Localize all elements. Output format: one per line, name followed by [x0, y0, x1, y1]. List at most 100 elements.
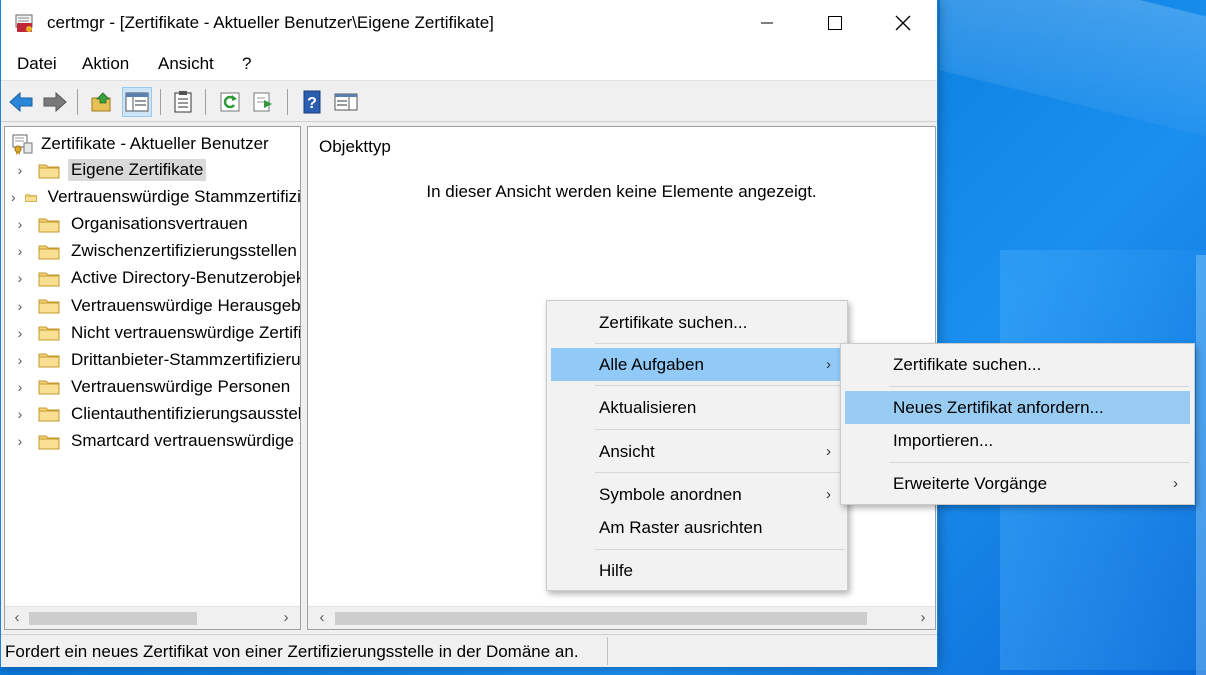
menu-ansicht[interactable]: Ansicht: [158, 54, 214, 74]
menu-aktion[interactable]: Aktion: [82, 54, 129, 74]
expand-chevron-icon[interactable]: ›: [5, 216, 35, 232]
tree-item[interactable]: › Vertrauenswürdige Herausgeber: [5, 294, 300, 318]
tree-root-item[interactable]: Zertifikate - Aktueller Benutzer: [10, 133, 269, 155]
console-tree[interactable]: Zertifikate - Aktueller Benutzer › Eigene…: [4, 126, 301, 630]
tree-item[interactable]: › Zwischenzertifizierungsstellen: [5, 239, 300, 263]
folder-icon: [38, 380, 60, 395]
ctx-item-label: Zertifikate suchen...: [599, 312, 748, 332]
close-icon: [895, 15, 911, 31]
export-list-button[interactable]: [249, 87, 279, 117]
column-header-objekttyp[interactable]: Objekttyp: [319, 137, 391, 157]
title-bar[interactable]: certmgr - [Zertifikate - Aktueller Benut…: [1, 0, 937, 46]
folder-icon: [38, 299, 60, 314]
tree-item[interactable]: › Active Directory-Benutzerobjekt: [5, 266, 300, 290]
ctx-item-label: Hilfe: [599, 560, 634, 580]
ctx-item-label: Am Raster ausrichten: [599, 517, 763, 537]
minimize-icon: [761, 22, 773, 24]
sub-item-neues-zertifikat-anfordern[interactable]: Neues Zertifikat anfordern...: [845, 391, 1190, 424]
forward-button[interactable]: [40, 87, 70, 117]
back-arrow-icon: [9, 91, 33, 113]
export-list-icon: [253, 92, 272, 112]
maximize-button[interactable]: [801, 0, 869, 46]
expand-chevron-icon[interactable]: ›: [5, 406, 35, 422]
help-button[interactable]: ?: [297, 87, 327, 117]
tree-item-label: Drittanbieter-Stammzertifizierungsstelle…: [71, 349, 301, 369]
ctx-item-ansicht[interactable]: Ansicht ›: [551, 435, 843, 468]
ctx-separator: [595, 385, 845, 386]
ctx-item-symbole-anordnen[interactable]: Symbole anordnen ›: [551, 478, 843, 511]
ctx-item-am-raster-ausrichten[interactable]: Am Raster ausrichten: [551, 511, 843, 544]
tree-item[interactable]: › Nicht vertrauenswürdige Zertifikate: [5, 321, 300, 345]
folder-icon: [38, 326, 60, 341]
tree-item-label: Vertrauenswürdige Stammzertifizierungsst…: [47, 187, 301, 207]
ctx-item-alle-aufgaben[interactable]: Alle Aufgaben ›: [551, 348, 843, 381]
ctx-item-zertifikate-suchen[interactable]: Zertifikate suchen...: [551, 306, 843, 339]
expand-chevron-icon[interactable]: ›: [5, 298, 35, 314]
up-folder-icon: [91, 92, 111, 112]
toolbar-separator: [205, 89, 206, 115]
status-divider: [607, 637, 608, 665]
content-horizontal-scrollbar[interactable]: ‹ ›: [308, 606, 935, 629]
menu-help[interactable]: ?: [242, 54, 251, 74]
sub-item-zertifikate-suchen[interactable]: Zertifikate suchen...: [845, 348, 1190, 381]
tree-item[interactable]: › Clientauthentifizierungsaussteller: [5, 402, 301, 426]
sub-item-erweiterte-vorgaenge[interactable]: Erweiterte Vorgänge ›: [845, 467, 1190, 500]
expand-chevron-icon[interactable]: ›: [5, 379, 35, 395]
folder-icon: [38, 245, 60, 260]
ctx-item-label: Aktualisieren: [599, 397, 697, 417]
refresh-button[interactable]: [215, 87, 245, 117]
folder-icon: [38, 218, 60, 233]
ctx-item-label: Ansicht: [599, 441, 655, 461]
empty-view-message: In dieser Ansicht werden keine Elemente …: [426, 182, 817, 201]
scroll-right-arrow[interactable]: ›: [277, 609, 295, 626]
tree-item[interactable]: › Organisationsvertrauen: [5, 212, 300, 236]
tree-item-label: Smartcard vertrauenswürdige Stämme: [71, 431, 300, 450]
ctx-item-aktualisieren[interactable]: Aktualisieren: [551, 391, 843, 424]
certificate-store-icon: [12, 134, 33, 155]
expand-chevron-icon[interactable]: ›: [5, 189, 22, 205]
status-bar: Fordert ein neues Zertifikat von einer Z…: [1, 634, 937, 667]
tree-item[interactable]: › Vertrauenswürdige Stammzertifizierungss…: [5, 185, 301, 209]
expand-chevron-icon[interactable]: ›: [5, 270, 35, 286]
ctx-separator: [889, 386, 1189, 387]
ctx-separator: [595, 343, 845, 344]
scroll-right-arrow[interactable]: ›: [914, 609, 932, 626]
tree-item[interactable]: › Vertrauenswürdige Personen: [5, 375, 300, 399]
ctx-item-hilfe[interactable]: Hilfe: [551, 554, 843, 587]
expand-chevron-icon[interactable]: ›: [5, 162, 35, 178]
tree-root-label: Zertifikate - Aktueller Benutzer: [41, 134, 269, 153]
scroll-left-arrow[interactable]: ‹: [313, 609, 331, 626]
tree-item-label: Vertrauenswürdige Personen: [71, 376, 291, 396]
submenu-arrow-icon: ›: [826, 443, 831, 460]
show-hide-action-pane-button[interactable]: [331, 87, 361, 117]
tree-item[interactable]: › Eigene Zertifikate: [5, 158, 300, 182]
ctx-separator: [595, 472, 845, 473]
expand-chevron-icon[interactable]: ›: [5, 352, 35, 368]
scroll-thumb[interactable]: [335, 612, 867, 625]
status-text: Fordert ein neues Zertifikat von einer Z…: [5, 642, 579, 661]
minimize-button[interactable]: [733, 0, 801, 46]
tree-item[interactable]: › Drittanbieter-Stammzertifizierungsstell…: [5, 348, 301, 372]
folder-icon: [24, 193, 37, 202]
properties-button[interactable]: [168, 87, 198, 117]
up-one-level-button[interactable]: [87, 87, 117, 117]
ctx-separator: [595, 549, 845, 550]
tree-horizontal-scrollbar[interactable]: ‹ ›: [5, 606, 300, 629]
show-hide-console-tree-button[interactable]: [122, 87, 152, 117]
tree-item-label: Clientauthentifizierungsaussteller: [71, 403, 301, 423]
folder-icon: [38, 164, 60, 178]
window-title: certmgr - [Zertifikate - Aktueller Benut…: [47, 13, 494, 32]
tree-item[interactable]: › Smartcard vertrauenswürdige Stämme: [5, 429, 300, 453]
sub-item-importieren[interactable]: Importieren...: [845, 424, 1190, 457]
back-button[interactable]: [6, 87, 36, 117]
expand-chevron-icon[interactable]: ›: [5, 243, 35, 259]
expand-chevron-icon[interactable]: ›: [5, 325, 35, 341]
expand-chevron-icon[interactable]: ›: [5, 433, 35, 449]
scroll-left-arrow[interactable]: ‹: [8, 609, 26, 626]
close-button[interactable]: [869, 0, 937, 46]
folder-icon: [38, 272, 60, 287]
ctx-item-label: Symbole anordnen: [599, 484, 742, 504]
scroll-thumb[interactable]: [29, 612, 197, 625]
menu-datei[interactable]: Datei: [17, 54, 57, 74]
clipboard-icon: [174, 91, 192, 113]
